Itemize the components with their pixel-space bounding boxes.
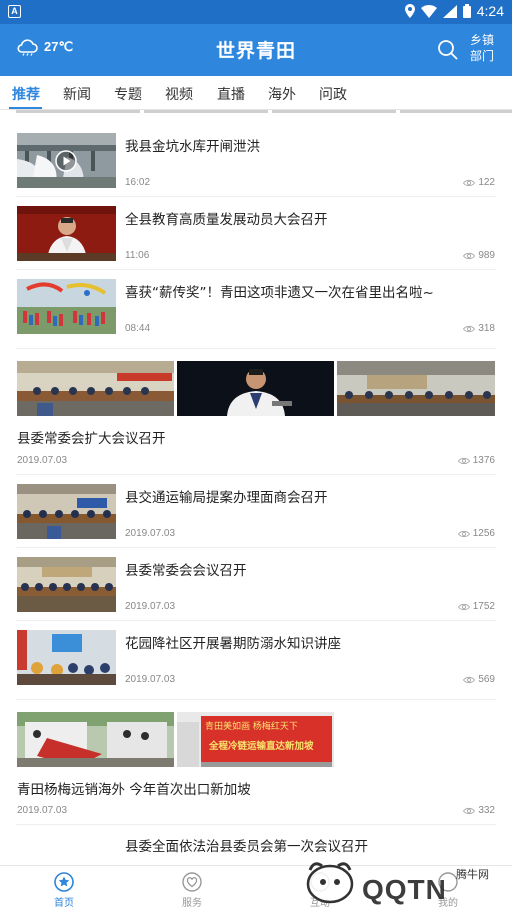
divider (16, 699, 496, 700)
view-count: 1256 (457, 528, 495, 539)
divider (16, 196, 496, 197)
play-icon[interactable] (55, 150, 77, 172)
watermark-site: 腾牛网 (456, 869, 489, 881)
news-time: 2019.07.03 (17, 455, 68, 466)
news-time: 2019.07.03 (125, 528, 176, 539)
news-time: 2019.07.03 (17, 805, 68, 816)
eye-icon (463, 325, 476, 332)
eye-icon (457, 457, 470, 464)
view-count-value: 1752 (472, 601, 495, 612)
clock: 4:24 (476, 3, 504, 19)
view-count-value: 569 (478, 674, 495, 685)
township-department-button[interactable]: 乡镇 部门 (470, 32, 500, 64)
divider (16, 348, 496, 349)
category-tabs: 推荐 新闻 专题 视频 直播 海外 问政 (0, 76, 512, 110)
news-time: 08:44 (125, 323, 151, 334)
view-count: 569 (463, 674, 495, 685)
eye-icon (457, 530, 470, 537)
divider (16, 620, 496, 621)
status-icons: 4:24 (404, 3, 504, 19)
watermark: QQTN 腾牛网 (304, 852, 512, 912)
eye-icon (463, 179, 476, 186)
search-icon[interactable] (437, 39, 459, 61)
news-thumbnail (177, 361, 334, 416)
battery-icon (462, 4, 471, 18)
tab-overseas[interactable]: 海外 (268, 84, 296, 104)
news-banner-image: 青田美如画 杨梅红天下 全程冷链运输直达新加坡 (177, 712, 334, 767)
news-thumbnail (17, 630, 116, 685)
news-time: 2019.07.03 (125, 674, 176, 685)
news-thumbnail (17, 557, 116, 612)
news-thumbnail (17, 279, 116, 334)
wifi-icon (420, 4, 437, 18)
tab-live[interactable]: 直播 (217, 84, 245, 104)
status-bar: A 4:24 (0, 0, 512, 24)
news-title: 县委常委会扩大会议召开 (17, 431, 166, 447)
department-label: 部门 (470, 49, 495, 63)
eye-icon (463, 676, 476, 683)
eye-icon (463, 807, 476, 814)
news-time: 2019.07.03 (125, 601, 176, 612)
view-count: 1376 (457, 455, 495, 466)
watermark-brand: QQTN (362, 874, 447, 905)
location-icon (404, 4, 415, 18)
view-count: 1752 (457, 601, 495, 612)
view-count: 332 (463, 805, 495, 816)
heart-icon (182, 872, 202, 892)
news-title: 花园降社区开展暑期防溺水知识讲座 (125, 636, 341, 652)
qqtn-logo-icon (306, 862, 354, 904)
view-count: 989 (463, 250, 495, 261)
news-title: 青田杨梅远销海外 今年首次出口新加坡 (17, 782, 251, 798)
view-count: 318 (463, 323, 495, 334)
home-star-icon (54, 872, 74, 892)
active-tab-indicator (9, 107, 42, 109)
tab-news[interactable]: 新闻 (63, 84, 91, 104)
news-thumbnail (337, 361, 495, 416)
news-thumbnail (17, 484, 116, 539)
news-title: 喜获“薪传奖”！青田这项非遗又一次在省里出名啦~ (125, 285, 434, 301)
view-count-value: 1256 (472, 528, 495, 539)
news-time: 16:02 (125, 177, 151, 188)
app-header: 27℃ 世界青田 乡镇 部门 (0, 24, 512, 76)
tab-topics[interactable]: 专题 (114, 84, 142, 104)
view-count-value: 318 (478, 323, 495, 334)
news-thumbnail (17, 712, 174, 767)
banner-text-line1: 青田美如画 杨梅红天下 (205, 722, 298, 732)
tab-video[interactable]: 视频 (165, 84, 193, 104)
news-thumbnail (17, 206, 116, 261)
view-count-value: 1376 (472, 455, 495, 466)
news-time: 11:06 (125, 250, 150, 261)
notification-a-icon: A (8, 5, 21, 18)
tab-inquiry[interactable]: 问政 (319, 84, 347, 104)
eye-icon (463, 252, 476, 259)
signal-icon (442, 4, 457, 18)
view-count-value: 989 (478, 250, 495, 261)
news-title: 县交通运输局提案办理面商会召开 (125, 490, 328, 506)
news-title: 县委常委会会议召开 (125, 563, 247, 579)
banner-text-line2: 全程冷链运输直达新加坡 (209, 741, 314, 752)
nav-service-label: 服务 (182, 898, 202, 909)
divider (16, 269, 496, 270)
news-title: 我县金坑水库开闸泄洪 (125, 139, 260, 155)
divider (16, 824, 496, 825)
nav-home-label: 首页 (54, 898, 74, 909)
view-count: 122 (463, 177, 495, 188)
tab-recommend[interactable]: 推荐 (12, 84, 40, 104)
view-count-value: 332 (478, 805, 495, 816)
news-title: 全县教育高质量发展动员大会召开 (125, 212, 328, 228)
township-label: 乡镇 (470, 33, 495, 47)
nav-home[interactable]: 首页 (34, 872, 94, 909)
eye-icon (457, 603, 470, 610)
divider (16, 474, 496, 475)
app-title: 世界青田 (215, 40, 296, 62)
view-count-value: 122 (478, 177, 495, 188)
carousel-edge (0, 110, 512, 116)
news-thumbnail (17, 361, 174, 416)
divider (16, 547, 496, 548)
nav-service[interactable]: 服务 (162, 872, 222, 909)
